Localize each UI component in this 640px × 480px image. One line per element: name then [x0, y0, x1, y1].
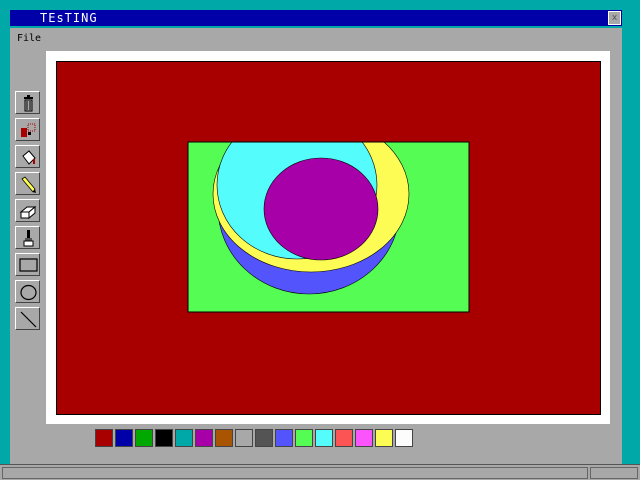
- tool-ellipse[interactable]: [15, 280, 40, 303]
- window-title: TEsTING: [40, 11, 98, 25]
- tool-brush[interactable]: [15, 226, 40, 249]
- tool-trash[interactable]: [15, 91, 40, 114]
- color-swatch[interactable]: [175, 429, 193, 447]
- color-swatch[interactable]: [315, 429, 333, 447]
- desktop-background: [0, 0, 640, 8]
- drawing-canvas[interactable]: [57, 62, 600, 414]
- tool-select[interactable]: [15, 118, 40, 141]
- tool-line[interactable]: [15, 307, 40, 330]
- tool-fill[interactable]: [15, 145, 40, 168]
- tool-rectangle[interactable]: [15, 253, 40, 276]
- color-swatch[interactable]: [95, 429, 113, 447]
- ellipse-icon: [20, 284, 37, 301]
- select-icon: [21, 123, 36, 137]
- close-button[interactable]: x: [608, 11, 621, 25]
- color-swatch[interactable]: [215, 429, 233, 447]
- color-swatch[interactable]: [155, 429, 173, 447]
- pencil-icon: [21, 176, 36, 193]
- color-swatch[interactable]: [275, 429, 293, 447]
- fill-icon: [22, 150, 36, 165]
- status-panel-side: [590, 467, 638, 479]
- eraser-icon: [19, 205, 37, 220]
- magenta-ellipse: [263, 157, 379, 261]
- color-swatch[interactable]: [355, 429, 373, 447]
- menu-bar: File: [10, 28, 622, 48]
- color-swatch[interactable]: [135, 429, 153, 447]
- color-swatch[interactable]: [255, 429, 273, 447]
- menu-file[interactable]: File: [17, 33, 41, 44]
- brush-icon: [23, 230, 34, 247]
- rectangle-icon: [19, 258, 38, 272]
- line-icon: [20, 311, 37, 328]
- color-swatch[interactable]: [195, 429, 213, 447]
- status-bar: [0, 464, 640, 480]
- tool-pencil[interactable]: [15, 172, 40, 195]
- color-swatch[interactable]: [235, 429, 253, 447]
- color-swatch[interactable]: [115, 429, 133, 447]
- title-bar[interactable]: TEsTING: [10, 10, 622, 26]
- trash-icon: [24, 95, 33, 112]
- color-swatch[interactable]: [335, 429, 353, 447]
- status-panel-main: [2, 467, 588, 479]
- color-swatch[interactable]: [295, 429, 313, 447]
- color-swatch[interactable]: [395, 429, 413, 447]
- color-swatch[interactable]: [375, 429, 393, 447]
- tool-eraser[interactable]: [15, 199, 40, 222]
